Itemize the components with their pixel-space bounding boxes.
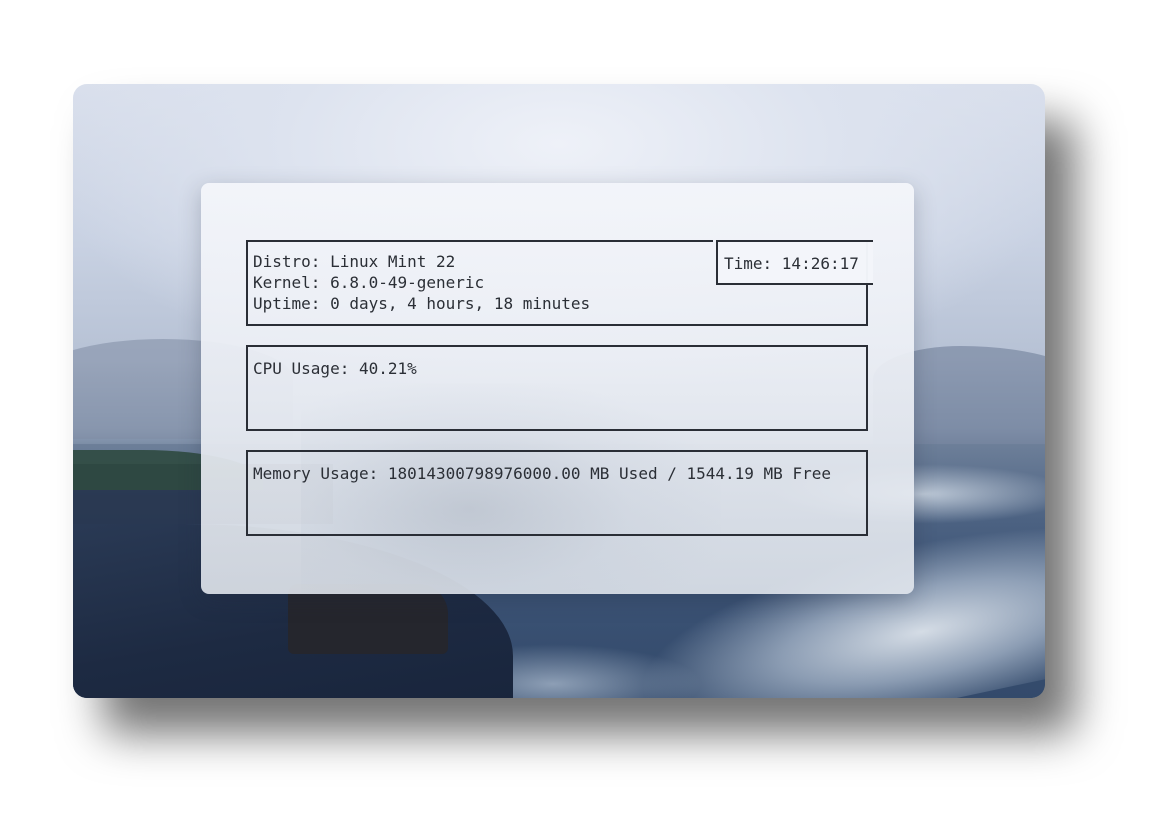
panel-border [246, 240, 713, 242]
time-panel: Time: 14:26:17 [716, 240, 873, 285]
memory-usage-panel: Memory Usage: 18014300798976000.00 MB Us… [246, 450, 868, 536]
cpu-usage-text: CPU Usage: 40.21% [253, 359, 417, 378]
cpu-usage-panel: CPU Usage: 40.21% [246, 345, 868, 431]
uptime-text: Uptime: 0 days, 4 hours, 18 minutes [253, 294, 591, 313]
memory-usage-text: Memory Usage: 18014300798976000.00 MB Us… [253, 464, 831, 483]
time-text: Time: 14:26:17 [724, 254, 859, 273]
sea-stack-rock [288, 584, 448, 654]
system-monitor-window[interactable]: Distro: Linux Mint 22 Kernel: 6.8.0-49-g… [201, 183, 914, 594]
